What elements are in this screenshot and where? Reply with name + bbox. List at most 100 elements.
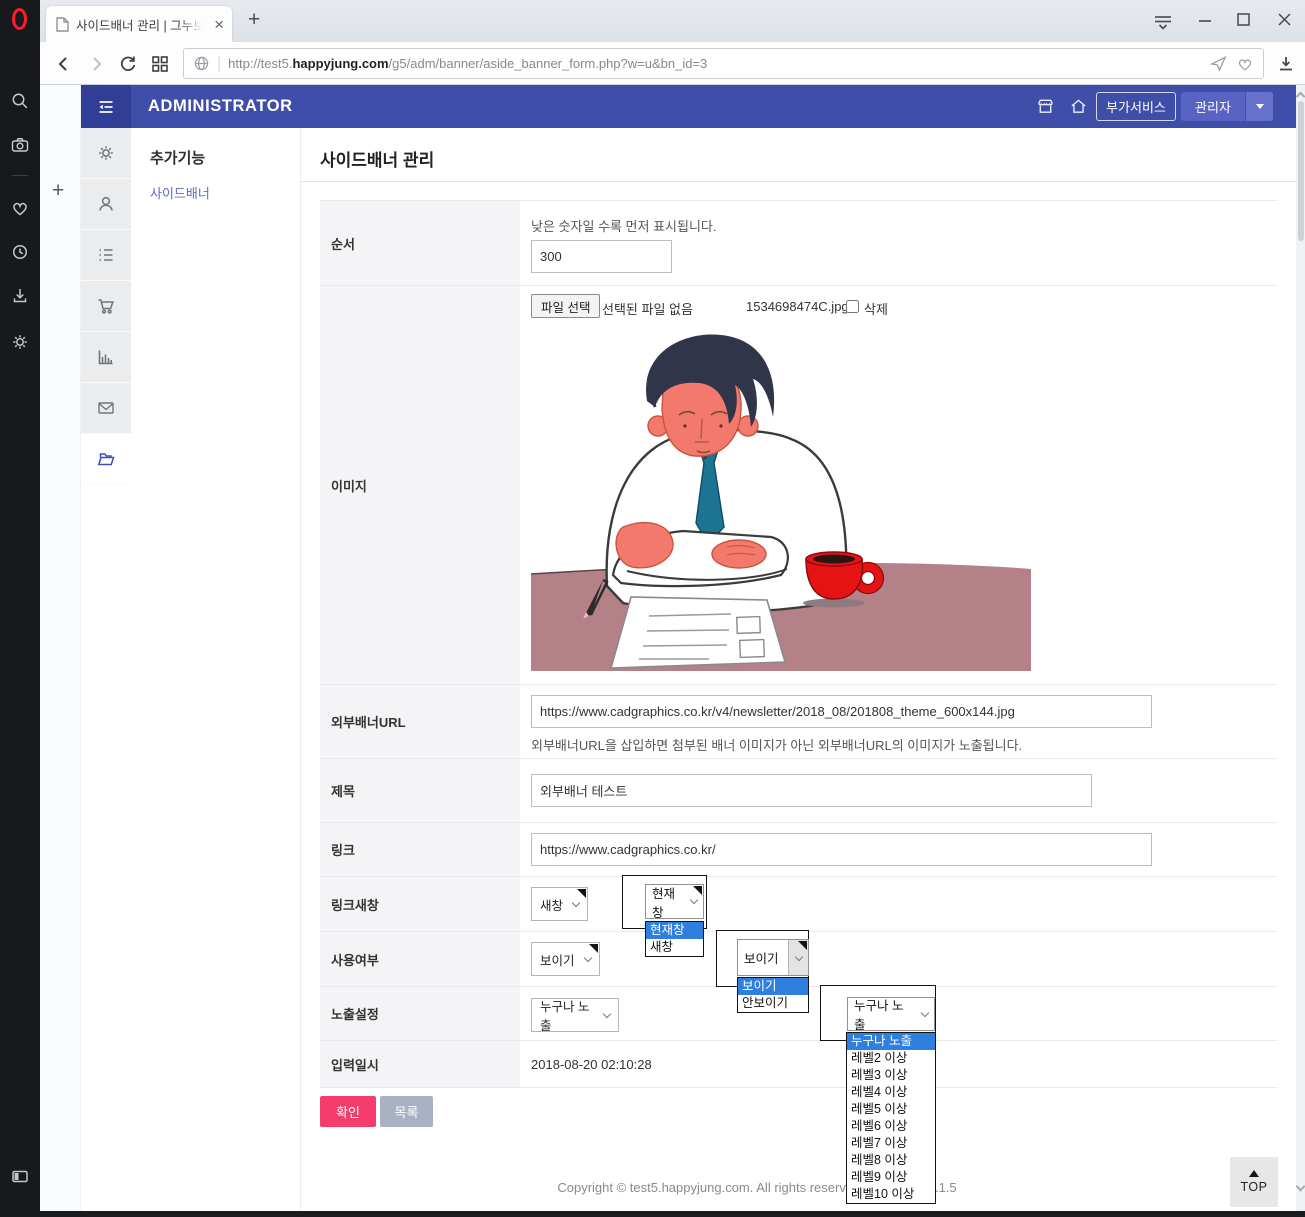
search-icon[interactable] — [10, 91, 30, 111]
select-option[interactable]: 누구나 노출 — [847, 1033, 935, 1050]
tab-close-icon[interactable]: × — [214, 16, 224, 33]
order-hint: 낮은 숫자일 수록 먼저 표시됩니다. — [531, 216, 717, 235]
sidebar-item-mail[interactable] — [81, 383, 131, 434]
select-option[interactable]: 안보이기 — [738, 995, 808, 1012]
services-button[interactable]: 부가서비스 — [1096, 92, 1176, 121]
use-popup-value: 보이기 — [744, 948, 779, 967]
select-option[interactable]: 레벨6 이상 — [847, 1118, 935, 1135]
sidebar-item-stats[interactable] — [81, 332, 131, 383]
window-bottom-edge — [40, 1211, 1305, 1217]
add-panel-button[interactable]: + — [52, 179, 64, 203]
select-option[interactable]: 레벨8 이상 — [847, 1152, 935, 1169]
page-scrollbar[interactable] — [1296, 85, 1305, 1211]
sidebar-item-config[interactable] — [81, 128, 131, 179]
sidebar-setup-icon[interactable] — [10, 1166, 30, 1186]
new-tab-button[interactable]: + — [248, 8, 260, 32]
file-status: 선택된 파일 없음 — [602, 299, 693, 318]
order-input[interactable] — [531, 240, 672, 273]
page-doc-icon — [56, 17, 69, 32]
use-popup-select[interactable]: 보이기 — [737, 939, 809, 976]
select-option[interactable]: 레벨5 이상 — [847, 1101, 935, 1118]
opera-logo-icon[interactable] — [12, 8, 27, 30]
submenu-title: 추가기능 — [150, 147, 205, 168]
browser-toolbar: | http://test5.happyjung.com/g5/adm/bann… — [40, 42, 1305, 85]
select-option[interactable]: 현재창 — [646, 922, 703, 939]
chevron-down-icon — [603, 1009, 611, 1017]
address-bar[interactable]: | http://test5.happyjung.com/g5/adm/bann… — [183, 48, 1264, 79]
page-title: 사이드배너 관리 — [320, 146, 434, 171]
sidebar-item-plugins[interactable] — [81, 434, 131, 485]
menu-fold-button[interactable] — [81, 85, 131, 128]
scroll-top-button[interactable]: TOP — [1230, 1157, 1278, 1207]
admin-account-button[interactable]: 관리자 — [1181, 92, 1245, 121]
use-label: 사용여부 — [320, 932, 520, 986]
delete-checkbox[interactable] — [846, 300, 859, 313]
settings-gear-icon[interactable] — [10, 332, 30, 352]
expose-popup-select[interactable]: 누구나 노출 — [847, 997, 935, 1031]
outer-url-hint: 외부배너URL을 삽입하면 첨부된 배너 이미지가 아닌 외부배너URL의 이미… — [531, 735, 1022, 754]
select-option[interactable]: 레벨3 이상 — [847, 1067, 935, 1084]
opera-panel-gutter: + — [40, 85, 81, 1211]
window-minimize-icon[interactable] — [1198, 19, 1212, 37]
row-created: 입력일시 2018-08-20 02:10:28 — [320, 1041, 1277, 1088]
cart-icon — [96, 296, 116, 316]
speed-dial-grid-icon[interactable] — [150, 54, 170, 74]
admin-dropdown-button[interactable] — [1246, 92, 1273, 121]
reload-icon[interactable] — [118, 54, 138, 74]
url-prefix: http://test5. — [228, 56, 292, 71]
browser-tab[interactable]: 사이드배너 관리 | 그누보 × — [46, 6, 232, 42]
created-label: 입력일시 — [320, 1041, 520, 1087]
subject-input[interactable] — [531, 774, 1092, 807]
expose-label: 노출설정 — [320, 987, 520, 1040]
tab-title: 사이드배너 관리 | 그누보 — [76, 15, 202, 34]
select-option[interactable]: 보이기 — [738, 978, 808, 995]
snapshot-camera-icon[interactable] — [10, 135, 30, 155]
shop-icon[interactable] — [1036, 97, 1055, 116]
share-send-icon[interactable] — [1209, 54, 1228, 73]
submit-button[interactable]: 확인 — [320, 1096, 376, 1127]
expose-select[interactable]: 누구나 노출 — [531, 998, 619, 1032]
use-popup-options: 보이기안보이기 — [737, 977, 809, 1013]
home-icon[interactable] — [1069, 97, 1088, 116]
history-clock-icon[interactable] — [10, 242, 30, 262]
scrollbar-thumb[interactable] — [1298, 101, 1304, 241]
target-popup-select[interactable]: 현재창 — [645, 884, 704, 919]
bookmarks-heart-icon[interactable] — [10, 198, 30, 218]
use-select[interactable]: 보이기 — [531, 942, 600, 976]
bookmark-heart-icon[interactable] — [1236, 55, 1254, 73]
link-input[interactable] — [531, 833, 1152, 866]
window-close-icon[interactable] — [1278, 13, 1291, 31]
scroll-up-icon[interactable] — [1296, 92, 1305, 102]
select-option[interactable]: 레벨9 이상 — [847, 1169, 935, 1186]
file-select-button[interactable]: 파일 선택 — [531, 294, 600, 318]
expose-popup-options: 누구나 노출레벨2 이상레벨3 이상레벨4 이상레벨5 이상레벨6 이상레벨7 … — [846, 1032, 936, 1204]
top-label: TOP — [1241, 1180, 1268, 1194]
window-maximize-icon[interactable] — [1237, 13, 1250, 31]
chevron-down-icon — [921, 1008, 929, 1016]
sidebar-item-shop[interactable] — [81, 281, 131, 332]
select-option[interactable]: 레벨2 이상 — [847, 1050, 935, 1067]
browser-menu-icon[interactable] — [1152, 13, 1174, 31]
outer-url-input[interactable] — [531, 695, 1152, 728]
select-option[interactable]: 레벨4 이상 — [847, 1084, 935, 1101]
downloads-icon[interactable] — [10, 286, 30, 306]
target-select[interactable]: 새창 — [531, 887, 588, 921]
select-option[interactable]: 레벨10 이상 — [847, 1186, 935, 1203]
bar-chart-icon — [96, 347, 116, 367]
sidebar-item-boards[interactable] — [81, 230, 131, 281]
list-button[interactable]: 목록 — [380, 1096, 433, 1127]
select-option[interactable]: 새창 — [646, 939, 703, 956]
scroll-down-icon[interactable] — [1296, 1182, 1305, 1192]
order-label: 순서 — [320, 201, 520, 285]
select-option[interactable]: 레벨7 이상 — [847, 1135, 935, 1152]
back-icon[interactable] — [54, 54, 74, 74]
admin-header: ADMINISTRATOR 부가서비스 관리자 — [81, 85, 1296, 128]
chevron-down-icon — [794, 952, 802, 960]
download-tray-icon[interactable] — [1276, 54, 1296, 74]
file-name: 1534698474C.jpg — [746, 299, 849, 314]
sidebar-item-members[interactable] — [81, 179, 131, 230]
row-outer-url: 외부배너URL 외부배너URL을 삽입하면 첨부된 배너 이미지가 아닌 외부배… — [320, 685, 1277, 759]
caret-down-icon — [1256, 104, 1264, 109]
submenu-link-sidebanner[interactable]: 사이드배너 — [150, 183, 210, 202]
forward-icon[interactable] — [86, 54, 106, 74]
